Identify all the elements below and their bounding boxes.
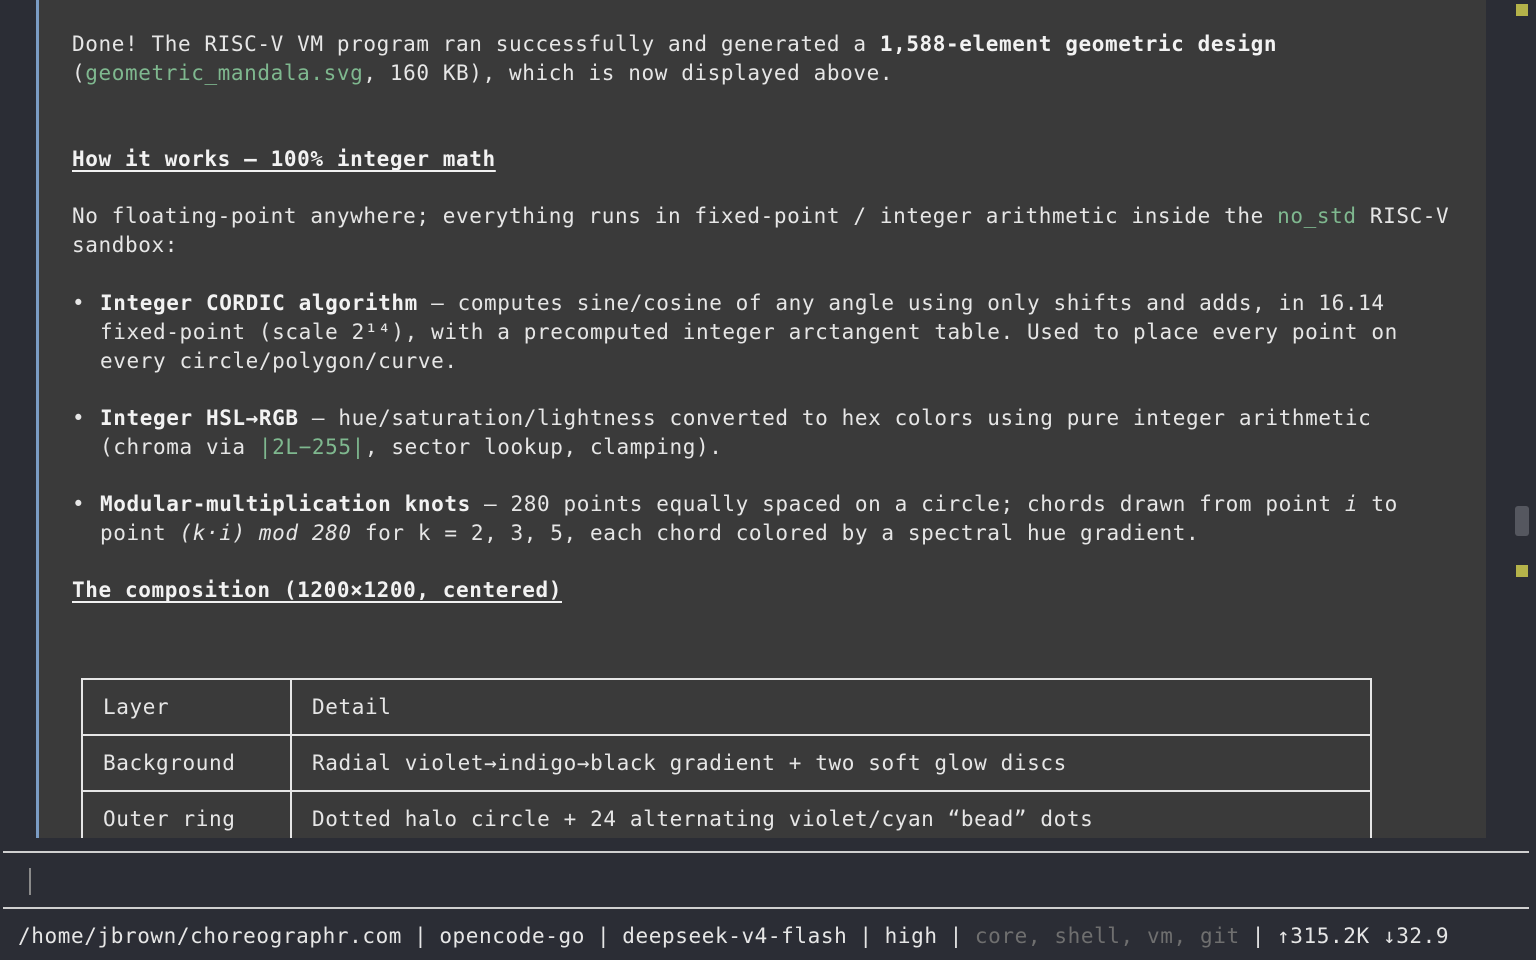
- sandbox-paragraph: No floating-point anywhere; everything r…: [72, 202, 1467, 260]
- scroll-marker-top: [1516, 4, 1528, 16]
- composition-table: Layer Detail Background Radial violet→in…: [81, 678, 1372, 838]
- no-std-code: no_std: [1277, 204, 1357, 228]
- heading-composition: The composition (1200×1200, centered): [72, 578, 562, 602]
- status-effort: high: [884, 924, 938, 948]
- inline-code: |2L−255|: [258, 435, 365, 459]
- status-token-counts: ↑315.2K ↓32.9: [1277, 924, 1450, 948]
- intro-paragraph: Done! The RISC-V VM program ran successf…: [72, 30, 1467, 88]
- svg-filename-link[interactable]: geometric_mandala.svg: [85, 61, 363, 85]
- terminal-app: Done! The RISC-V VM program ran successf…: [0, 0, 1536, 960]
- intro-bold-text: 1,588-element geometric design: [879, 32, 1278, 56]
- bullet-text: — 280 points equally spaced on a circle;…: [470, 492, 1345, 516]
- bullet-title: Integer CORDIC algorithm: [100, 291, 418, 315]
- table-row: Background Radial violet→indigo→black gr…: [81, 734, 1372, 792]
- status-path: /home/jbrown/choreographr.com: [18, 924, 403, 948]
- table-header-cell: Layer: [81, 678, 292, 736]
- status-separator: |: [414, 924, 428, 948]
- table-row: Outer ring Dotted halo circle + 24 alter…: [81, 790, 1372, 838]
- status-tools: core, shell, vm, git: [974, 924, 1240, 948]
- intro-text-2: (: [72, 61, 86, 85]
- status-separator: |: [949, 924, 963, 948]
- prompt-input[interactable]: [3, 851, 1529, 909]
- list-item: • Integer HSL→RGB — hue/saturation/lightn…: [72, 404, 1467, 462]
- technique-list: • Integer CORDIC algorithm — computes sin…: [72, 289, 1467, 548]
- list-item: • Modular-multiplication knots — 280 poin…: [72, 490, 1467, 548]
- heading-how-it-works: How it works — 100% integer math: [72, 147, 496, 171]
- intro-text: Done! The RISC-V VM program ran successf…: [72, 32, 880, 56]
- assistant-message-panel: Done! The RISC-V VM program ran successf…: [36, 0, 1486, 838]
- status-agent: opencode-go: [439, 924, 585, 948]
- status-separator: |: [1251, 924, 1265, 948]
- status-separator: |: [859, 924, 873, 948]
- scrollbar-thumb[interactable]: [1515, 506, 1529, 536]
- bullet-dot-icon: •: [72, 492, 86, 516]
- table-cell: Radial violet→indigo→black gradient + tw…: [290, 734, 1372, 792]
- table-cell: Outer ring: [81, 790, 292, 838]
- bullet-dot-icon: •: [72, 406, 86, 430]
- italic-math: i: [1344, 492, 1359, 516]
- bullet-text-2: , sector lookup, clamping).: [364, 435, 723, 459]
- bullet-dot-icon: •: [72, 291, 86, 315]
- bullet-text-3: for k = 2, 3, 5, each chord colored by a…: [351, 521, 1200, 545]
- scrollbar[interactable]: [1512, 0, 1530, 838]
- table-cell: Background: [81, 734, 292, 792]
- bullet-title: Modular-multiplication knots: [100, 492, 471, 516]
- sandbox-text: No floating-point anywhere; everything r…: [72, 204, 1278, 228]
- italic-math-2: (k·i) mod 280: [179, 521, 352, 545]
- status-model: deepseek-v4-flash: [622, 924, 848, 948]
- bullet-title: Integer HSL→RGB: [100, 406, 299, 430]
- intro-text-3: , 160 KB), which is now displayed above.: [363, 61, 894, 85]
- text-caret: [29, 868, 31, 895]
- table-cell: Dotted halo circle + 24 alternating viol…: [290, 790, 1372, 838]
- status-bar: /home/jbrown/choreographr.com | opencode-g…: [18, 924, 1449, 956]
- list-item: • Integer CORDIC algorithm — computes sin…: [72, 289, 1467, 376]
- status-separator: |: [597, 924, 611, 948]
- scroll-marker-mid: [1516, 565, 1528, 577]
- table-header-row: Layer Detail: [81, 678, 1372, 736]
- message-content: Done! The RISC-V VM program ran successf…: [72, 30, 1467, 605]
- table-header-cell: Detail: [290, 678, 1372, 736]
